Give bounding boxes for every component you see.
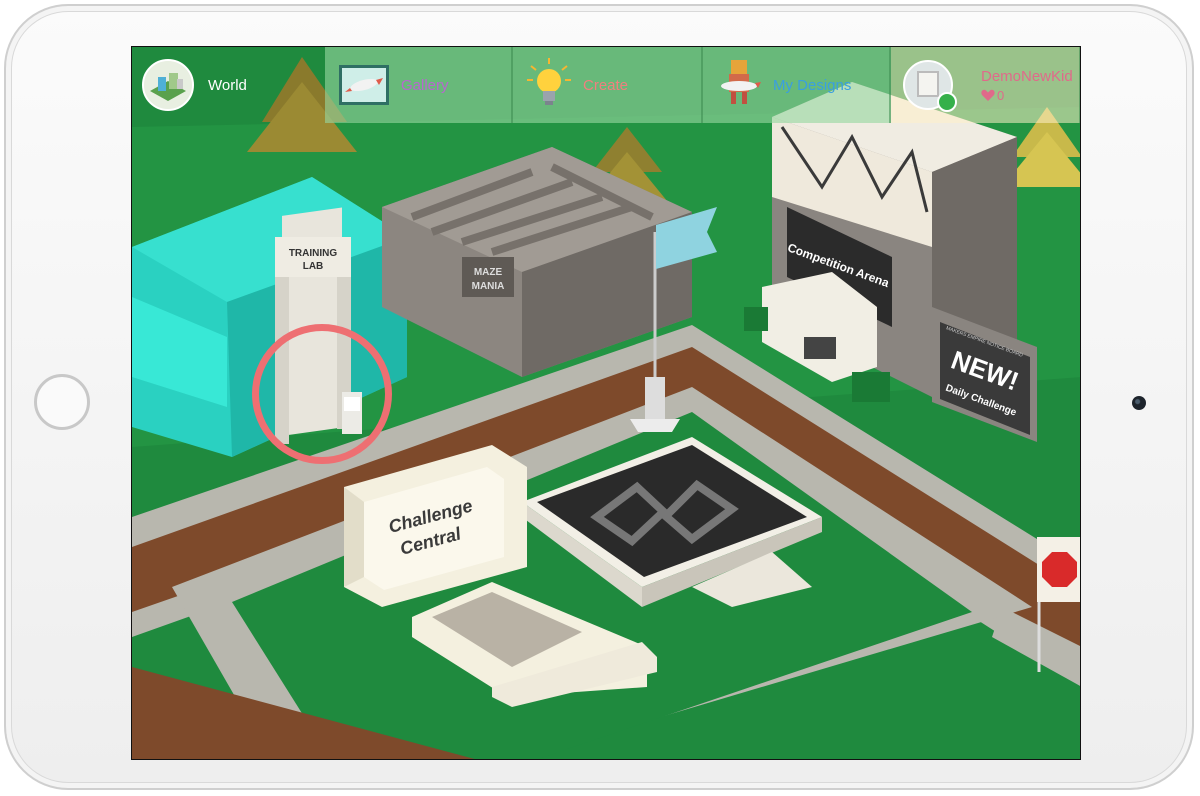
tab-create[interactable]: Create [513, 47, 703, 123]
tab-create-label: Create [583, 76, 629, 94]
likes-count: 0 [981, 88, 1073, 103]
tab-my-designs-label: My Designs [773, 76, 852, 94]
user-info: DemoNewKid 0 [981, 68, 1073, 103]
lightbulb-icon [527, 57, 571, 113]
highlight-ring [252, 324, 392, 464]
front-camera [1132, 396, 1146, 410]
training-lab-sign-line2: LAB [303, 261, 324, 272]
tab-gallery[interactable]: Gallery [325, 47, 513, 123]
top-navigation-bar: World Gallery Create My Designs DemoNewK… [132, 47, 1080, 123]
maze-mania-sign-line2: MANIA [472, 281, 505, 292]
maze-mania-sign-line1: MAZE [474, 267, 503, 278]
likes-value: 0 [997, 87, 1005, 103]
globe-city-icon [142, 59, 194, 111]
training-lab-sign-line1: TRAINING [289, 248, 338, 259]
username: DemoNewKid [981, 67, 1073, 85]
heart-icon [981, 89, 995, 101]
wifi-icon [937, 92, 957, 112]
rocket-picture-icon [339, 65, 389, 105]
tab-gallery-label: Gallery [401, 76, 449, 94]
world-button[interactable]: World [142, 55, 247, 115]
robot-rocket-icon [717, 58, 761, 113]
home-button[interactable] [34, 374, 90, 430]
game-screen[interactable]: TRAINING LAB MAZE MANIA Competition Aren… [131, 46, 1081, 760]
tablet-frame: TRAINING LAB MAZE MANIA Competition Aren… [4, 4, 1194, 790]
nav-tabs: Gallery Create My Designs DemoNewKid 0 [325, 47, 1080, 123]
user-profile-button[interactable]: DemoNewKid 0 [891, 47, 1080, 123]
tab-my-designs[interactable]: My Designs [703, 47, 891, 123]
avatar [903, 60, 957, 112]
world-label: World [208, 76, 247, 94]
